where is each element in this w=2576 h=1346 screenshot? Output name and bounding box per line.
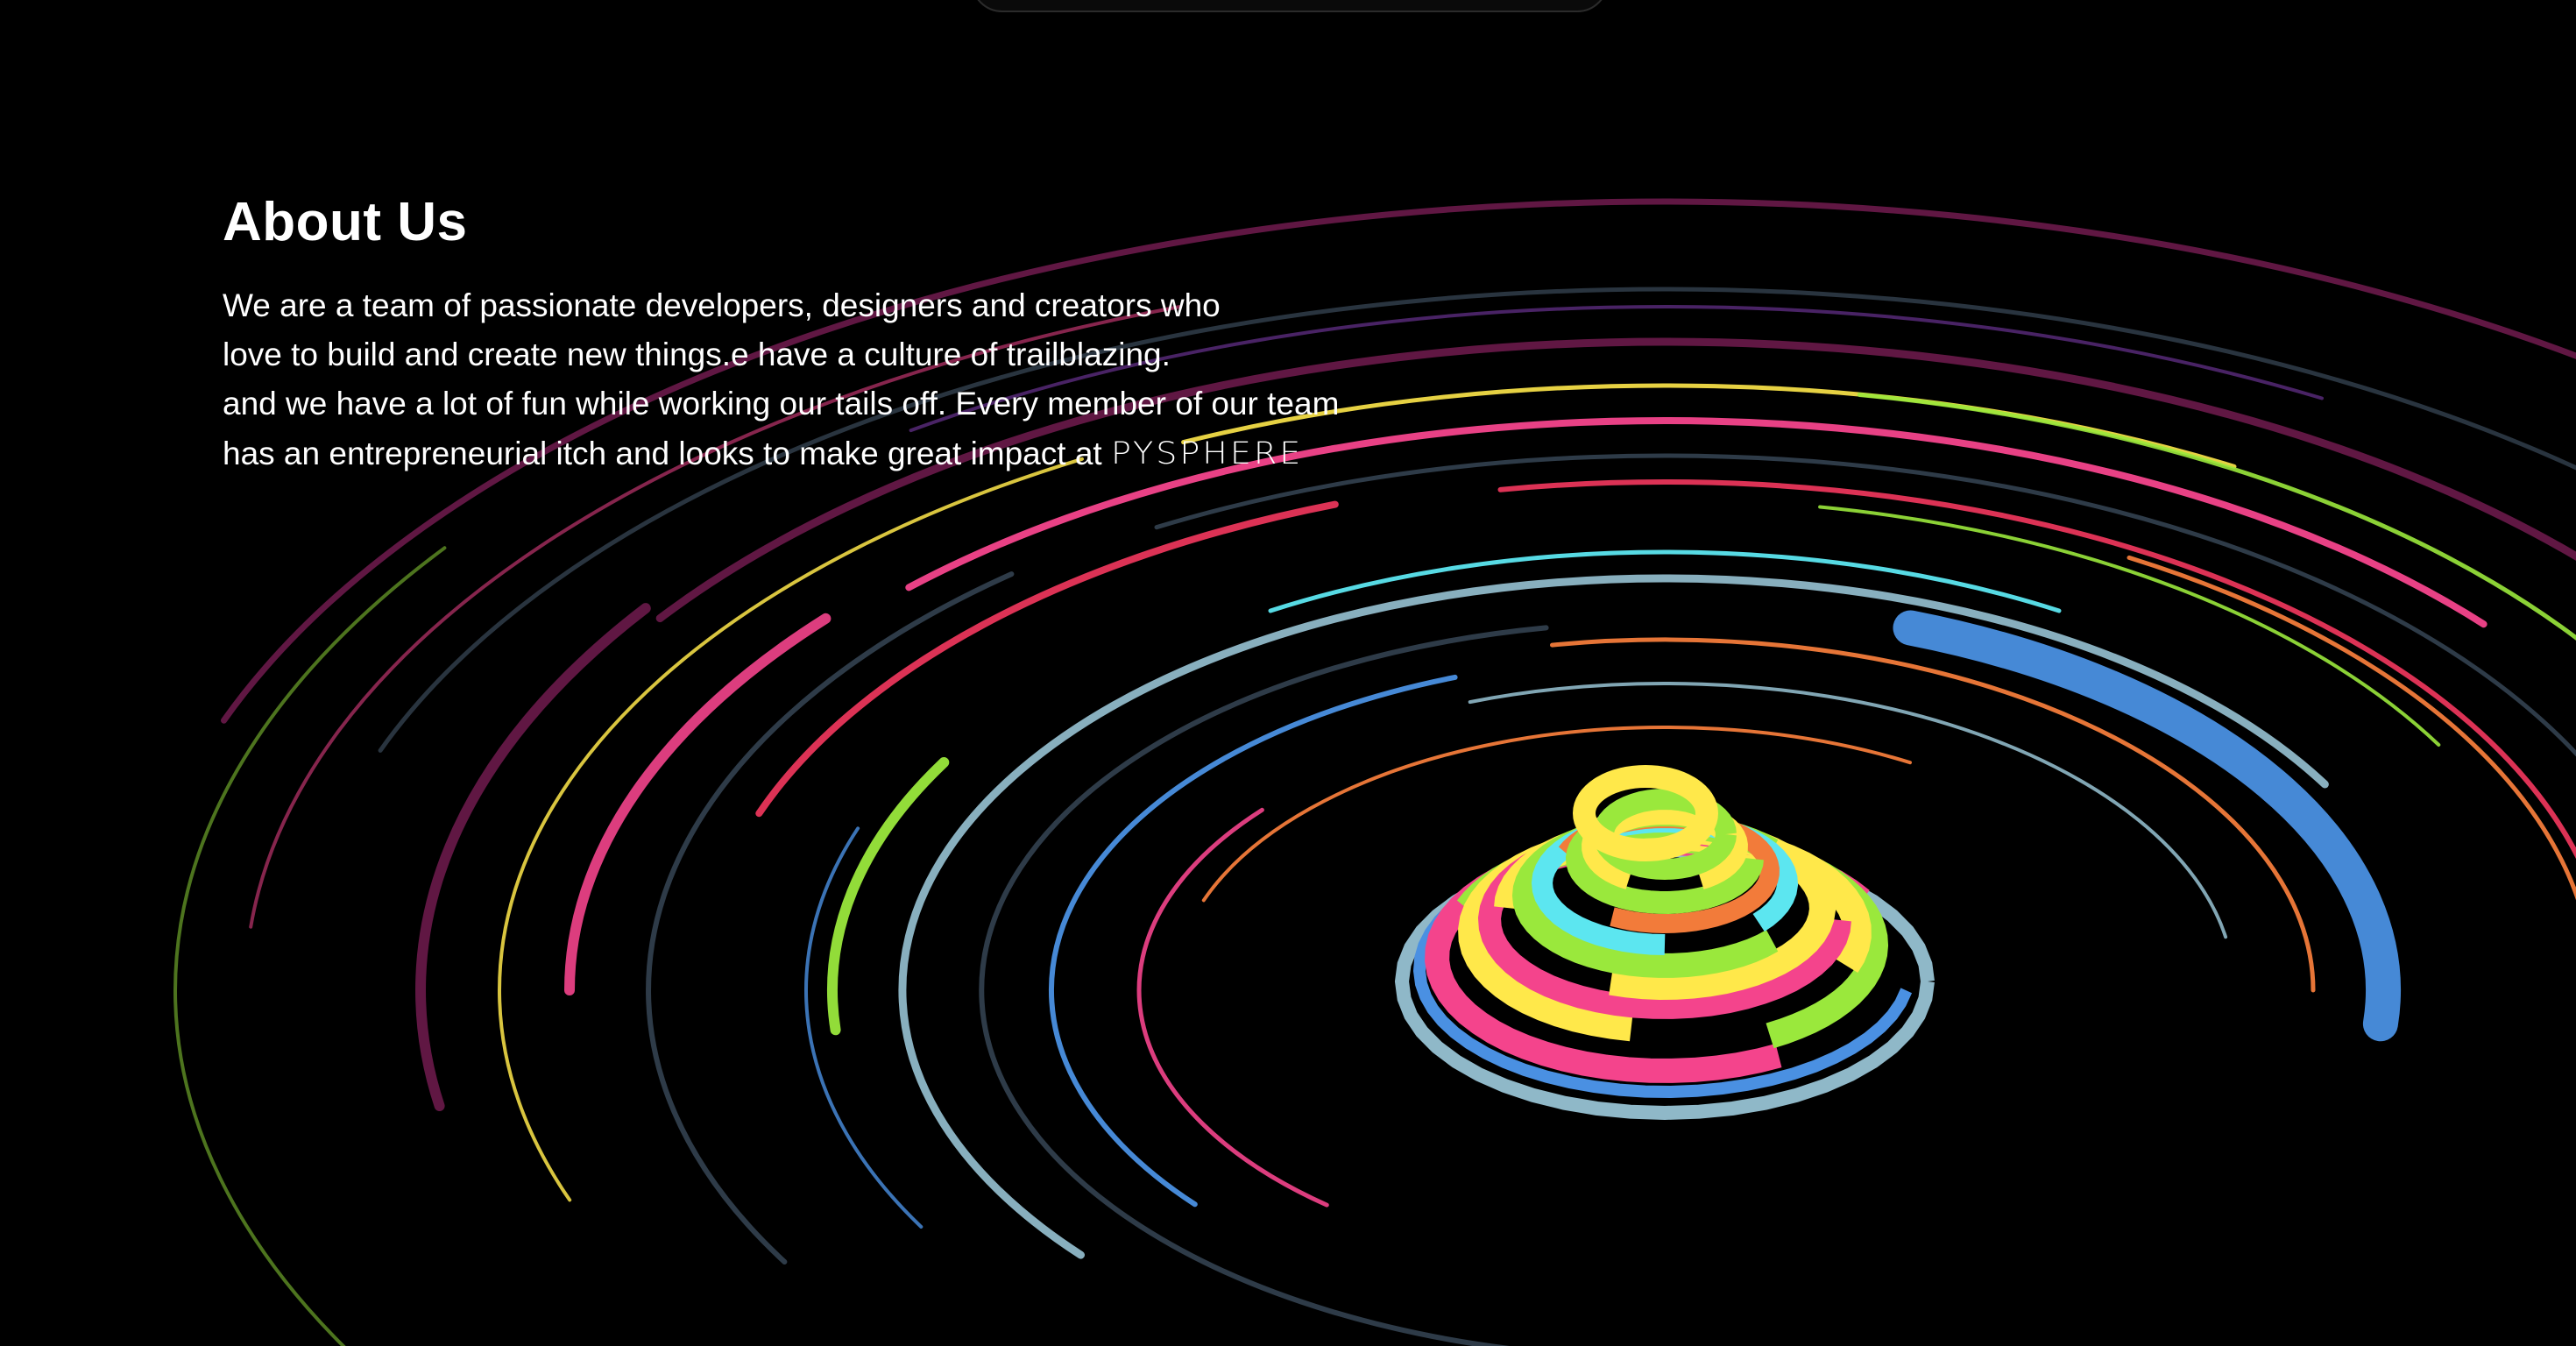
page-background: About Us We are a team of passionate dev… [0,0,2576,1346]
about-section: About Us We are a team of passionate dev… [223,191,1449,478]
swirl-arc [1154,453,2576,757]
pysphere-brand-logo: PYSPHERE [1110,435,1304,471]
about-title: About Us [223,192,468,252]
about-description: We are a team of passionate developers, … [223,281,1449,478]
about-line-4: has an entrepreneurial itch and looks to… [223,429,1449,478]
about-line-2: love to build and create new things.e ha… [223,336,1171,372]
about-line-3: and we have a lot of fun while working o… [223,386,1340,422]
about-line-1: We are a team of passionate developers, … [223,287,1221,323]
swirl-arc [415,603,651,1111]
swirl-arc [755,500,1339,818]
about-line-4-text: has an entrepreneurial itch and looks to… [223,436,1102,471]
swirl-arc [646,571,1015,1265]
top-nav-bar[interactable] [971,0,1609,12]
swirl-arc [1136,807,1329,1208]
swirl-arc [1048,674,1458,1208]
swirl-arc [498,457,1084,1202]
swirl-arc [2127,555,2576,901]
swirl-arc [827,757,950,1036]
swirl-arc [564,613,832,995]
swirl-arc [173,546,447,1346]
